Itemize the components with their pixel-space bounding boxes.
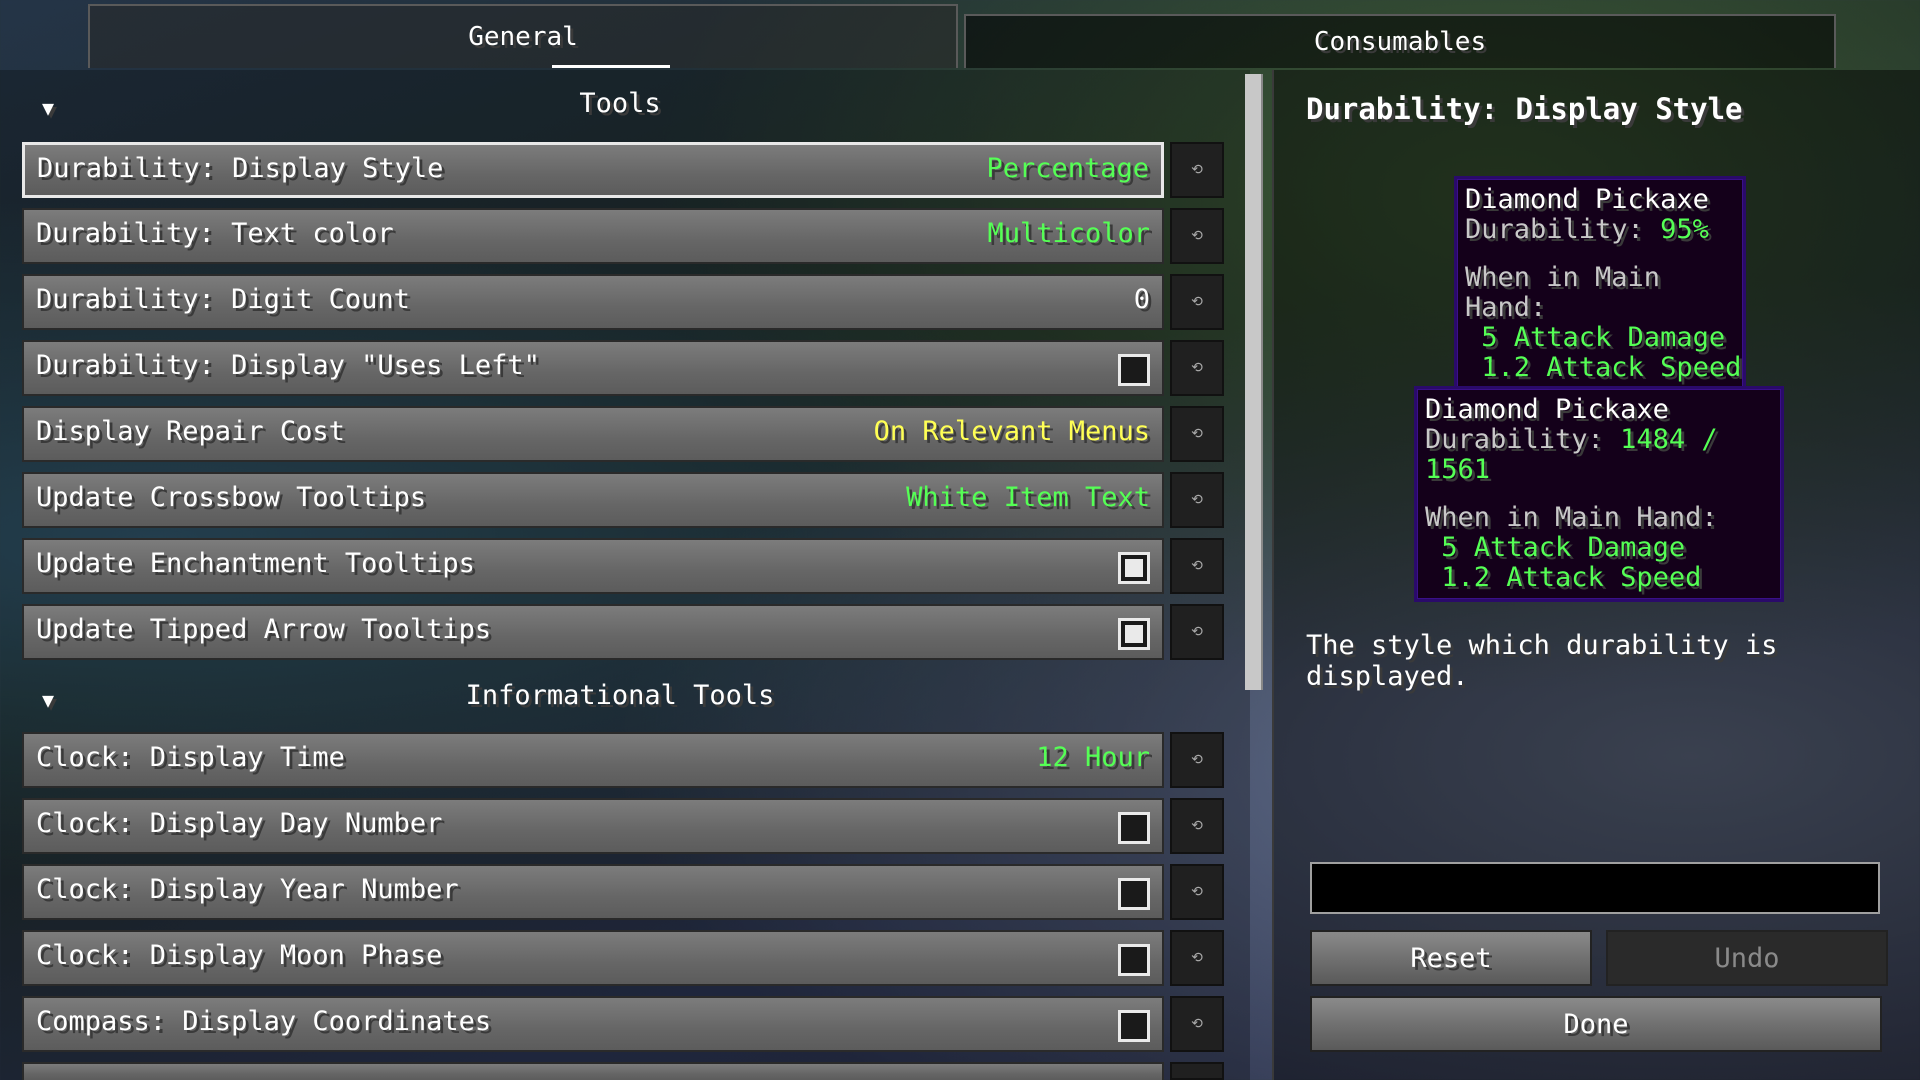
setting-label: Clock: Display Year Number <box>36 874 459 905</box>
tooltip-item-name: Diamond Pickaxe <box>1425 394 1669 425</box>
reset-row-button[interactable]: ⟲ <box>1170 732 1224 788</box>
setting-checkbox[interactable] <box>1118 1010 1150 1042</box>
setting-checkbox[interactable] <box>1118 552 1150 584</box>
setting-label: Update Enchantment Tooltips <box>36 548 475 579</box>
setting-row[interactable]: Clock: Display Year Number <box>22 864 1164 920</box>
reset-button[interactable]: Reset <box>1310 930 1592 986</box>
scrollbar[interactable] <box>1245 74 1263 690</box>
setting-row[interactable]: Durability: Display "Uses Left" <box>22 340 1164 396</box>
tab-general[interactable]: General <box>88 4 958 68</box>
reset-icon: ⟲ <box>1191 1016 1203 1032</box>
reset-row-button[interactable]: ⟲ <box>1170 996 1224 1052</box>
setting-value[interactable]: 12 Hour <box>1036 742 1150 773</box>
tooltip-main-hand: When in Main Hand: <box>1465 262 1661 323</box>
setting-value[interactable]: Multicolor <box>987 218 1150 249</box>
group-header-tools[interactable]: ▼ Tools <box>0 76 1240 132</box>
reset-icon: ⟲ <box>1191 426 1203 442</box>
tooltip-attack-speed: 1.2 Attack Speed <box>1425 562 1702 593</box>
tab-general-label: General <box>468 22 578 52</box>
tooltip-attack-speed: 1.2 Attack Speed <box>1465 352 1742 383</box>
reset-row-button[interactable]: ⟲ <box>1170 340 1224 396</box>
tooltip-durability: Durability: 95% <box>1465 214 1709 245</box>
setting-label: Durability: Display Style <box>37 153 444 184</box>
setting-row[interactable]: Clock: Display Time 12 Hour <box>22 732 1164 788</box>
setting-value[interactable]: On Relevant Menus <box>874 416 1150 447</box>
tab-active-underline <box>552 65 670 68</box>
reset-row-button[interactable]: ⟲ <box>1170 538 1224 594</box>
setting-label: Clock: Display Day Number <box>36 808 443 839</box>
undo-button-label: Undo <box>1714 942 1780 974</box>
tab-consumables[interactable]: Consumables <box>964 14 1836 68</box>
reset-row-button[interactable]: ⟲ <box>1170 274 1224 330</box>
setting-label: Clock: Display Time <box>36 742 345 773</box>
setting-row[interactable]: Durability: Digit Count 0 <box>22 274 1164 330</box>
setting-checkbox[interactable] <box>1118 354 1150 386</box>
reset-icon: ⟲ <box>1191 162 1203 178</box>
setting-label: Update Tipped Arrow Tooltips <box>36 614 492 645</box>
reset-row-button[interactable]: ⟲ <box>1170 798 1224 854</box>
setting-checkbox[interactable] <box>1118 944 1150 976</box>
setting-row-partial[interactable] <box>22 1062 1164 1080</box>
setting-row[interactable]: Update Crossbow Tooltips White Item Text <box>22 472 1164 528</box>
setting-row[interactable]: Clock: Display Moon Phase <box>22 930 1164 986</box>
setting-row[interactable]: Clock: Display Day Number <box>22 798 1164 854</box>
reset-icon: ⟲ <box>1191 950 1203 966</box>
reset-row-button[interactable]: ⟲ <box>1170 472 1224 528</box>
setting-checkbox[interactable] <box>1118 878 1150 910</box>
done-button-label: Done <box>1563 1008 1629 1040</box>
reset-icon: ⟲ <box>1191 492 1203 508</box>
group-title: Tools <box>579 88 661 119</box>
setting-row[interactable]: Display Repair Cost On Relevant Menus <box>22 406 1164 462</box>
reset-row-button[interactable]: ⟲ <box>1170 604 1224 660</box>
tab-consumables-label: Consumables <box>1313 27 1487 57</box>
setting-value[interactable]: White Item Text <box>906 482 1150 513</box>
reset-icon: ⟲ <box>1191 752 1203 768</box>
reset-icon: ⟲ <box>1191 624 1203 640</box>
reset-icon: ⟲ <box>1191 818 1203 834</box>
reset-button-label: Reset <box>1410 942 1492 974</box>
reset-icon: ⟲ <box>1191 294 1203 310</box>
setting-row[interactable]: Durability: Display Style Percentage <box>22 142 1164 198</box>
search-input[interactable] <box>1310 862 1880 914</box>
reset-icon: ⟲ <box>1191 884 1203 900</box>
tooltip-attack-damage: 5 Attack Damage <box>1465 322 1726 353</box>
tooltip-main-hand: When in Main Hand: <box>1425 502 1718 533</box>
reset-row-button[interactable] <box>1170 1062 1224 1080</box>
reset-row-button[interactable]: ⟲ <box>1170 864 1224 920</box>
setting-label: Clock: Display Moon Phase <box>36 940 443 971</box>
group-title: Informational Tools <box>465 680 775 711</box>
setting-row[interactable]: Compass: Display Coordinates <box>22 996 1164 1052</box>
reset-row-button[interactable]: ⟲ <box>1170 406 1224 462</box>
reset-row-button[interactable]: ⟲ <box>1170 142 1224 198</box>
group-header-informational-tools[interactable]: ▼ Informational Tools <box>0 668 1240 724</box>
setting-label: Display Repair Cost <box>36 416 345 447</box>
setting-label: Update Crossbow Tooltips <box>36 482 427 513</box>
setting-row[interactable]: Durability: Text color Multicolor <box>22 208 1164 264</box>
setting-value[interactable]: 0 <box>1134 284 1150 315</box>
tooltip-preview-fraction: Diamond Pickaxe Durability: 1484 / 1561 … <box>1414 386 1784 602</box>
tooltip-durability: Durability: 1484 / 1561 <box>1425 424 1718 485</box>
setting-row[interactable]: Update Tipped Arrow Tooltips <box>22 604 1164 660</box>
setting-checkbox[interactable] <box>1118 618 1150 650</box>
detail-title: Durability: Display Style <box>1306 92 1743 126</box>
setting-label: Durability: Display "Uses Left" <box>36 350 540 381</box>
done-button[interactable]: Done <box>1310 996 1882 1052</box>
setting-description: The style which durability is displayed. <box>1306 630 1778 692</box>
undo-button[interactable]: Undo <box>1606 930 1888 986</box>
setting-row[interactable]: Update Enchantment Tooltips <box>22 538 1164 594</box>
tooltip-item-name: Diamond Pickaxe <box>1465 184 1709 215</box>
setting-label: Compass: Display Coordinates <box>36 1006 492 1037</box>
setting-checkbox[interactable] <box>1118 812 1150 844</box>
reset-row-button[interactable]: ⟲ <box>1170 930 1224 986</box>
setting-label: Durability: Text color <box>36 218 394 249</box>
reset-icon: ⟲ <box>1191 228 1203 244</box>
setting-label: Durability: Digit Count <box>36 284 410 315</box>
tooltip-preview-percentage: Diamond Pickaxe Durability: 95% When in … <box>1454 176 1746 392</box>
setting-value[interactable]: Percentage <box>986 153 1149 184</box>
tooltip-attack-damage: 5 Attack Damage <box>1425 532 1686 563</box>
reset-icon: ⟲ <box>1191 360 1203 376</box>
reset-row-button[interactable]: ⟲ <box>1170 208 1224 264</box>
reset-icon: ⟲ <box>1191 558 1203 574</box>
